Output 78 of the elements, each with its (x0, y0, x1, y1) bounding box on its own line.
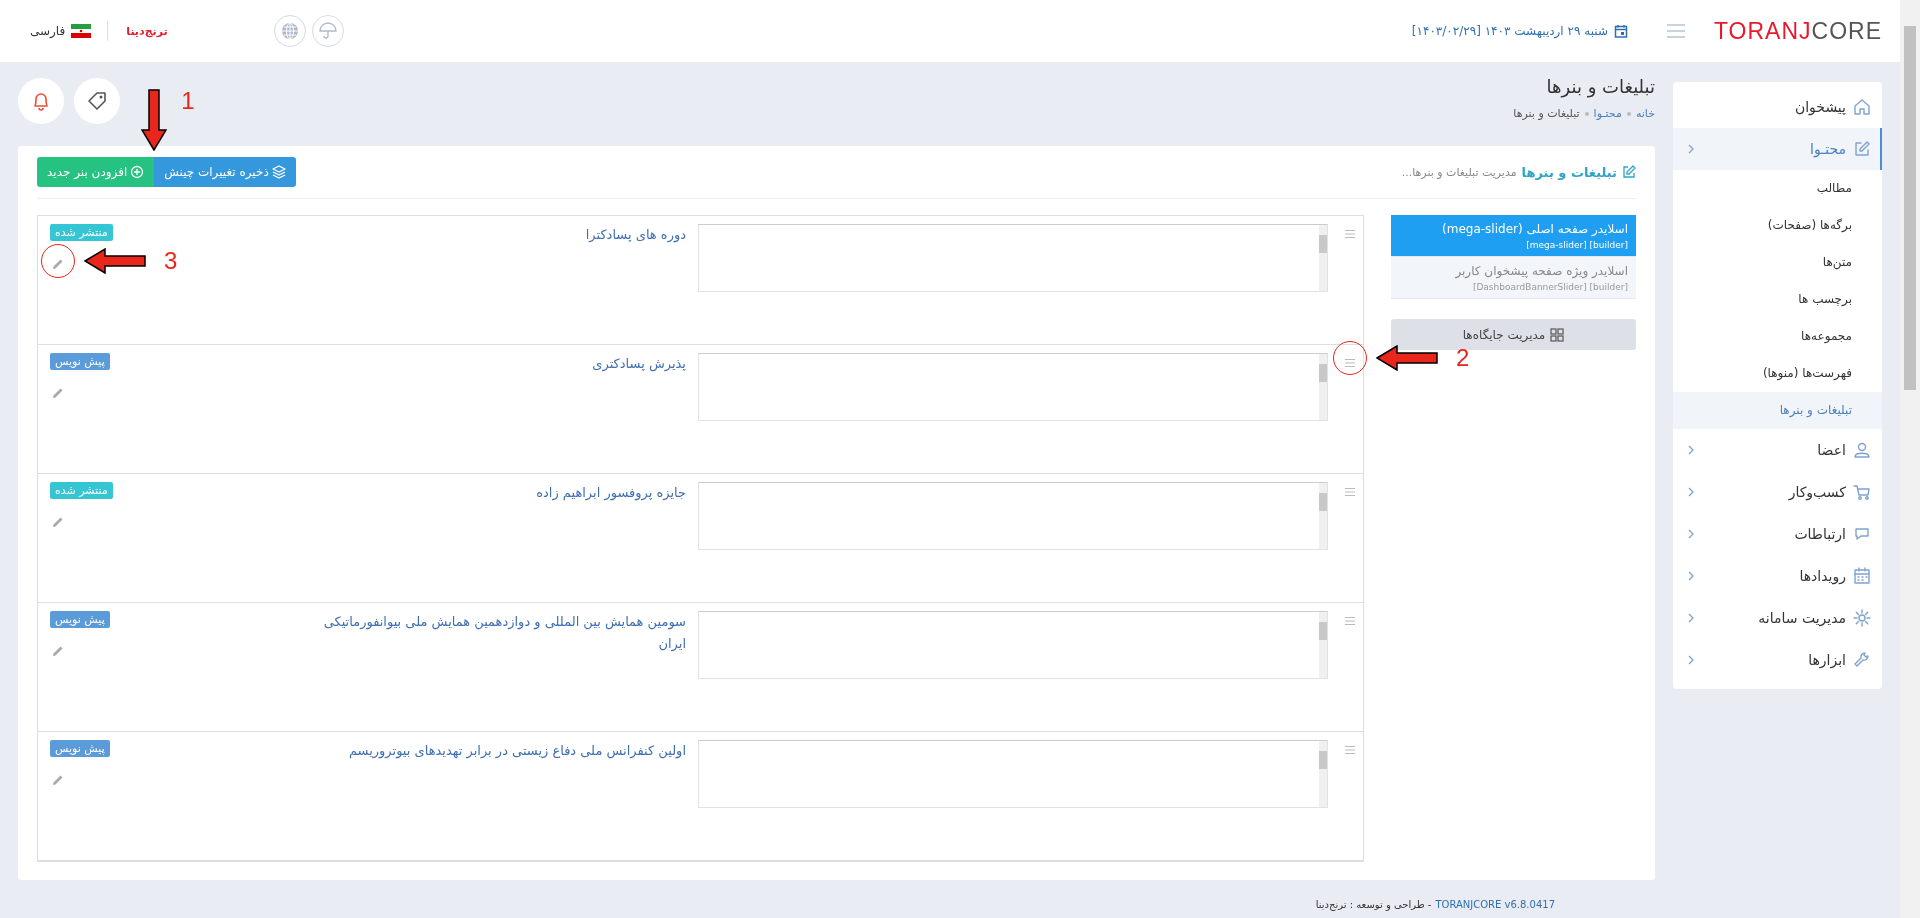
version-link[interactable]: TORANJCORE v6.8.0417 (1435, 898, 1555, 910)
slot-tags: [builder] [mega-slider] (1399, 240, 1628, 250)
pencil-icon[interactable] (52, 387, 64, 399)
sidebar-subitem[interactable]: متن‌ها (1673, 244, 1882, 281)
logo[interactable]: TORANJCORE (1713, 17, 1882, 45)
banner-title[interactable]: جایزه پروفسور ابراهیم زاده (306, 482, 686, 504)
slot-title: اسلایدر ویژه صفحه پیشخوان کاربر (1454, 264, 1628, 278)
card-title: تبلیغات و بنرها (1521, 164, 1617, 180)
callout-arrow (84, 248, 146, 274)
drag-handle-icon[interactable] (1344, 487, 1356, 497)
status-badge: پیش نویس (50, 611, 110, 628)
slot-tags: [builder] [DashboardBannerSlider] (1399, 282, 1628, 292)
slot-title: اسلایدر صفحه اصلی (mega-slider) (1441, 222, 1628, 236)
grid-icon (1550, 327, 1565, 342)
sidebar-item[interactable]: ارتباطات (1673, 513, 1882, 555)
notification-button[interactable] (18, 78, 64, 124)
callout-number: 3 (164, 249, 178, 273)
sidebar-item[interactable]: کسب‌وکار (1673, 471, 1882, 513)
plus-circle-icon (130, 165, 145, 179)
home-icon (1852, 97, 1872, 117)
sidebar-item[interactable]: پیشخوان (1673, 86, 1882, 128)
sidebar-subitem[interactable]: فهرست‌ها (منوها) (1673, 355, 1882, 392)
banner-title[interactable]: پذیرش پسادکتری (306, 353, 686, 375)
callout-number: 1 (181, 89, 195, 113)
breadcrumb-item[interactable]: خانه (1635, 107, 1655, 120)
brand-logo[interactable]: ترنج‌دینا (114, 24, 168, 38)
sidebar-item[interactable]: ابزارها (1673, 639, 1882, 681)
manage-slots-button[interactable]: مدیریت جایگاه‌ها (1391, 319, 1636, 350)
callout-arrow (141, 89, 168, 151)
calendar-icon (1613, 24, 1628, 38)
sidebar-subitem[interactable]: برگه‌ها (صفحات) (1673, 207, 1882, 244)
sidebar-item[interactable]: اعضا (1673, 429, 1882, 471)
layers-icon (271, 165, 286, 179)
gear-icon (1852, 608, 1872, 628)
breadcrumb-item: تبلیغات و بنرها (1513, 107, 1580, 120)
status-badge: منتشر شده (50, 224, 113, 241)
drag-handle-icon[interactable] (1344, 616, 1356, 626)
date-text: شنبه ۲۹ اردیبهشت ۱۴۰۳ [۱۴۰۳/۰۲/۲۹] (1411, 24, 1608, 38)
tag-button[interactable] (74, 78, 120, 124)
sidebar-subitem[interactable]: تبلیغات و بنرها (1673, 392, 1882, 429)
pencil-icon[interactable] (52, 258, 64, 270)
breadcrumb-item[interactable]: محتـوا (1593, 107, 1622, 120)
edit-icon (1852, 139, 1872, 159)
users-icon (1852, 440, 1872, 460)
globe-icon (279, 21, 300, 41)
drag-handle-icon[interactable] (1344, 358, 1356, 368)
pencil-icon[interactable] (52, 774, 64, 786)
umbrella-icon (317, 21, 338, 41)
drag-handle-icon[interactable] (1344, 745, 1356, 755)
drag-handle-icon[interactable] (1344, 229, 1356, 239)
tag-icon (86, 90, 108, 112)
banner-title[interactable]: دوره های پسادکترا (306, 224, 686, 246)
scrollbar[interactable] (1900, 0, 1920, 918)
edit-icon (1622, 165, 1636, 179)
status-badge: منتشر شده (50, 482, 113, 499)
sidebar-subitem[interactable]: برچسب ها (1673, 281, 1882, 318)
sidebar-subitem[interactable]: مطالب (1673, 170, 1882, 207)
pencil-icon[interactable] (52, 645, 64, 657)
language-selector[interactable]: فارسی (30, 24, 92, 38)
card-subtitle: مدیریت تبلیغات و بنرها... (1401, 165, 1517, 179)
status-badge: پیش نویس (50, 353, 110, 370)
sidebar-subitem[interactable]: مجموعه‌ها (1673, 318, 1882, 355)
sidebar-item[interactable]: مدیریت سامانه (1673, 597, 1882, 639)
footer-credit: - طراحی و توسعه : ترنج‌دینا (1315, 898, 1432, 910)
banner-title[interactable]: سومین همایش بین المللی و دوازدهمین همایش ملی بیوانفورماتیکی ایران (306, 611, 686, 655)
page-title: تبلیغات و بنرها (1545, 76, 1655, 97)
pencil-icon[interactable] (52, 516, 64, 528)
flag-icon (71, 24, 92, 38)
status-badge: پیش نویس (50, 740, 110, 757)
umbrella-button[interactable] (311, 15, 344, 47)
globe-button[interactable] (273, 15, 306, 47)
cart-icon (1852, 482, 1872, 502)
banner-title[interactable]: اولین کنفرانس ملی دفاع زیستی در برابر تهدیدهای بیوتروریسم (306, 740, 686, 762)
sidebar-item[interactable]: رویدادها (1673, 555, 1882, 597)
sidebar-item[interactable]: محتـوا (1673, 128, 1882, 170)
callout-arrow (1376, 345, 1438, 371)
menu-icon[interactable] (1665, 23, 1686, 39)
calendar-icon (1852, 566, 1872, 586)
